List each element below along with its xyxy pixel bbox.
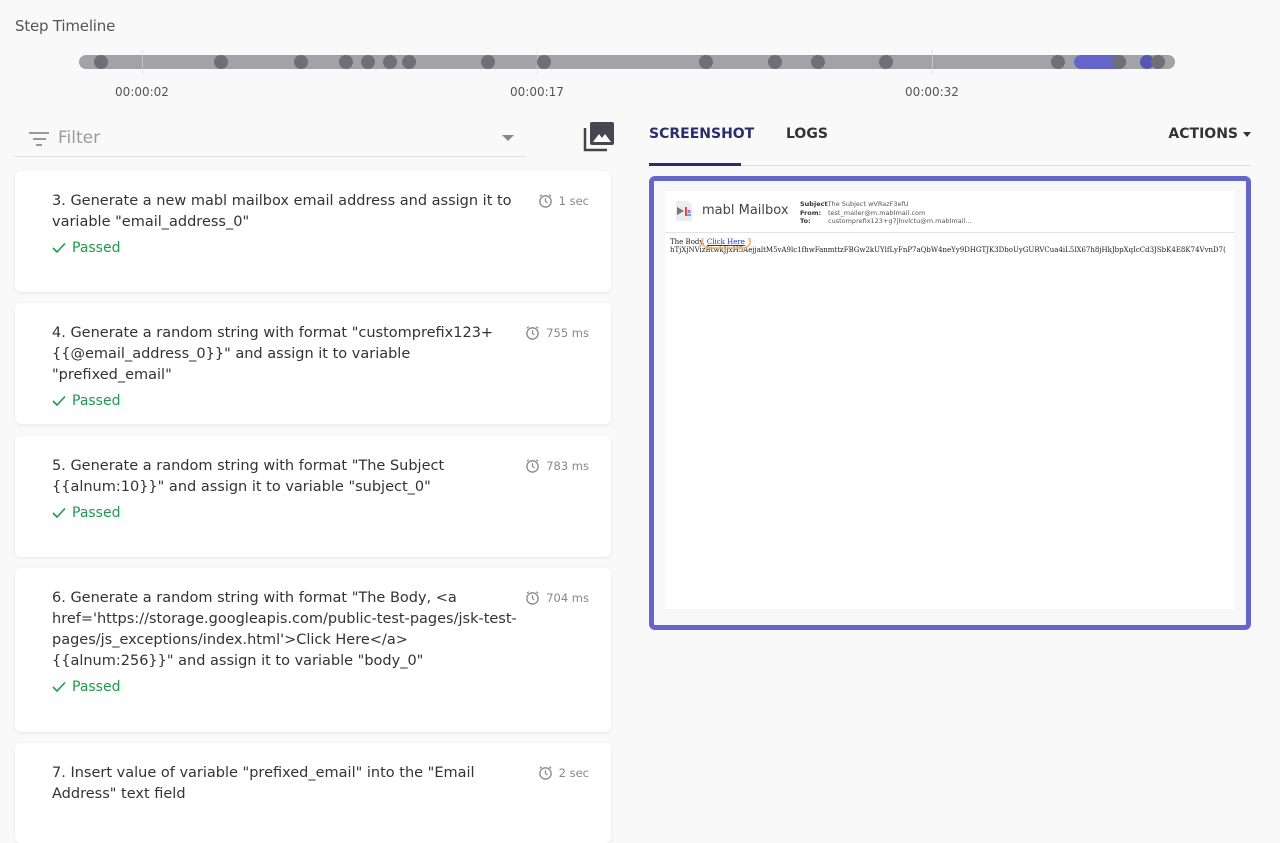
timeline-tick: 00:00:02 — [115, 85, 169, 99]
step-status: Passed — [52, 393, 531, 409]
step-status: Passed — [52, 505, 531, 521]
tab-logs[interactable]: LOGS — [786, 126, 828, 142]
timeline-step-marker[interactable] — [1051, 55, 1065, 69]
timeline-step-marker[interactable] — [1112, 55, 1126, 69]
page-title: Step Timeline — [15, 17, 116, 35]
filter-icon — [29, 132, 49, 150]
step-status-text: Passed — [72, 240, 121, 256]
email-to: customprefix123+g7jlnvlctu@m.mablmail... — [828, 217, 972, 225]
check-icon — [52, 242, 66, 254]
subject-label: Subject — [800, 200, 828, 208]
step-status: Passed — [52, 240, 531, 256]
screenshot-page: mabl Mailbox SubjectThe Subject wVRazF3e… — [665, 191, 1234, 609]
timeline-tick: 00:00:17 — [510, 85, 564, 99]
timeline-step-marker[interactable] — [699, 55, 713, 69]
timeline-step-marker[interactable] — [537, 55, 551, 69]
step-duration: 783 ms — [525, 458, 589, 473]
timeline-gridline — [142, 49, 143, 75]
step-card[interactable]: 5. Generate a random string with format … — [15, 436, 611, 557]
timeline-step-marker[interactable] — [339, 55, 353, 69]
timeline-step-marker[interactable] — [294, 55, 308, 69]
step-status-text: Passed — [72, 679, 121, 695]
timeline-gridline — [932, 49, 933, 75]
step-status-text: Passed — [72, 393, 121, 409]
timeline-step-marker[interactable] — [361, 55, 375, 69]
step-description: 4. Generate a random string with format … — [52, 325, 494, 383]
timeline-step-marker[interactable] — [768, 55, 782, 69]
step-duration: 704 ms — [525, 590, 589, 605]
step-duration-text: 783 ms — [546, 458, 589, 473]
timeline-step-marker[interactable] — [481, 55, 495, 69]
alarm-clock-icon — [526, 591, 539, 605]
step-card[interactable]: 7. Insert value of variable "prefixed_em… — [15, 743, 611, 843]
alarm-clock-icon — [526, 459, 539, 473]
step-status: Passed — [52, 679, 531, 695]
actions-label: ACTIONS — [1168, 126, 1238, 142]
mailbox-header: mabl Mailbox SubjectThe Subject wVRazF3e… — [665, 191, 1234, 233]
timeline-step-marker[interactable] — [383, 55, 397, 69]
mabl-logo-icon — [676, 201, 692, 221]
email-body-random: hTjXjNVizBtwkJjxH5AejjaltM5vA9lc1fhwFanm… — [670, 246, 1226, 254]
detail-tabs: SCREENSHOT LOGS ACTIONS — [649, 118, 1251, 166]
step-card[interactable]: 4. Generate a random string with format … — [15, 303, 611, 424]
step-card[interactable]: 3. Generate a new mabl mailbox email add… — [15, 171, 611, 292]
click-here-link[interactable]: Click Here — [700, 238, 751, 249]
mailbox-brand: mabl Mailbox — [702, 203, 789, 218]
step-duration-text: 1 sec — [558, 193, 589, 208]
email-body-prefix: The Body, — [670, 238, 705, 246]
step-screenshot[interactable]: mabl Mailbox SubjectThe Subject wVRazF3e… — [649, 176, 1251, 630]
step-description: 7. Insert value of variable "prefixed_em… — [52, 765, 475, 802]
alarm-clock-icon — [526, 326, 539, 340]
check-icon — [52, 507, 66, 519]
from-label: From: — [800, 208, 822, 217]
email-subject: The Subject wVRazF3efU — [827, 200, 909, 208]
filter-select[interactable]: Filter — [15, 119, 526, 157]
timeline-tick: 00:00:32 — [905, 85, 959, 99]
step-duration-text: 755 ms — [546, 325, 589, 340]
step-duration: 2 sec — [538, 765, 589, 780]
tab-screenshot[interactable]: SCREENSHOT — [649, 126, 754, 142]
email-body: The Body, Click Here hTjXjNVizBtwkJjxH5A… — [670, 238, 1232, 254]
active-tab-indicator — [649, 163, 741, 166]
caret-down-icon — [1243, 131, 1251, 137]
email-meta: SubjectThe Subject wVRazF3efU From: test_… — [800, 200, 972, 226]
timeline-step-marker[interactable] — [402, 55, 416, 69]
gallery-icon[interactable] — [583, 121, 615, 153]
step-description: 5. Generate a random string with format … — [52, 458, 445, 495]
step-card[interactable]: 6. Generate a random string with format … — [15, 568, 611, 732]
chevron-down-icon — [502, 135, 514, 141]
actions-menu-button[interactable]: ACTIONS — [1168, 126, 1251, 142]
step-duration-text: 2 sec — [558, 765, 589, 780]
check-icon — [52, 395, 66, 407]
email-from: test_mailer@m.mablmail.com — [828, 208, 926, 217]
timeline-step-marker[interactable] — [811, 55, 825, 69]
alarm-clock-icon — [538, 766, 552, 780]
step-status-text: Passed — [72, 505, 121, 521]
timeline-step-marker[interactable] — [94, 55, 108, 69]
step-description: 3. Generate a new mabl mailbox email add… — [52, 193, 512, 230]
timeline-step-marker[interactable] — [1151, 55, 1165, 69]
timeline-step-marker[interactable] — [214, 55, 228, 69]
step-duration: 755 ms — [525, 325, 589, 340]
step-duration-text: 704 ms — [546, 590, 589, 605]
to-label: To: — [800, 217, 811, 225]
click-highlight — [700, 238, 751, 249]
step-timeline[interactable] — [79, 49, 1175, 75]
step-duration: 1 sec — [538, 193, 589, 208]
alarm-clock-icon — [538, 194, 552, 208]
step-description: 6. Generate a random string with format … — [52, 590, 517, 669]
timeline-step-marker[interactable] — [879, 55, 893, 69]
filter-placeholder: Filter — [58, 128, 101, 148]
check-icon — [52, 681, 66, 693]
